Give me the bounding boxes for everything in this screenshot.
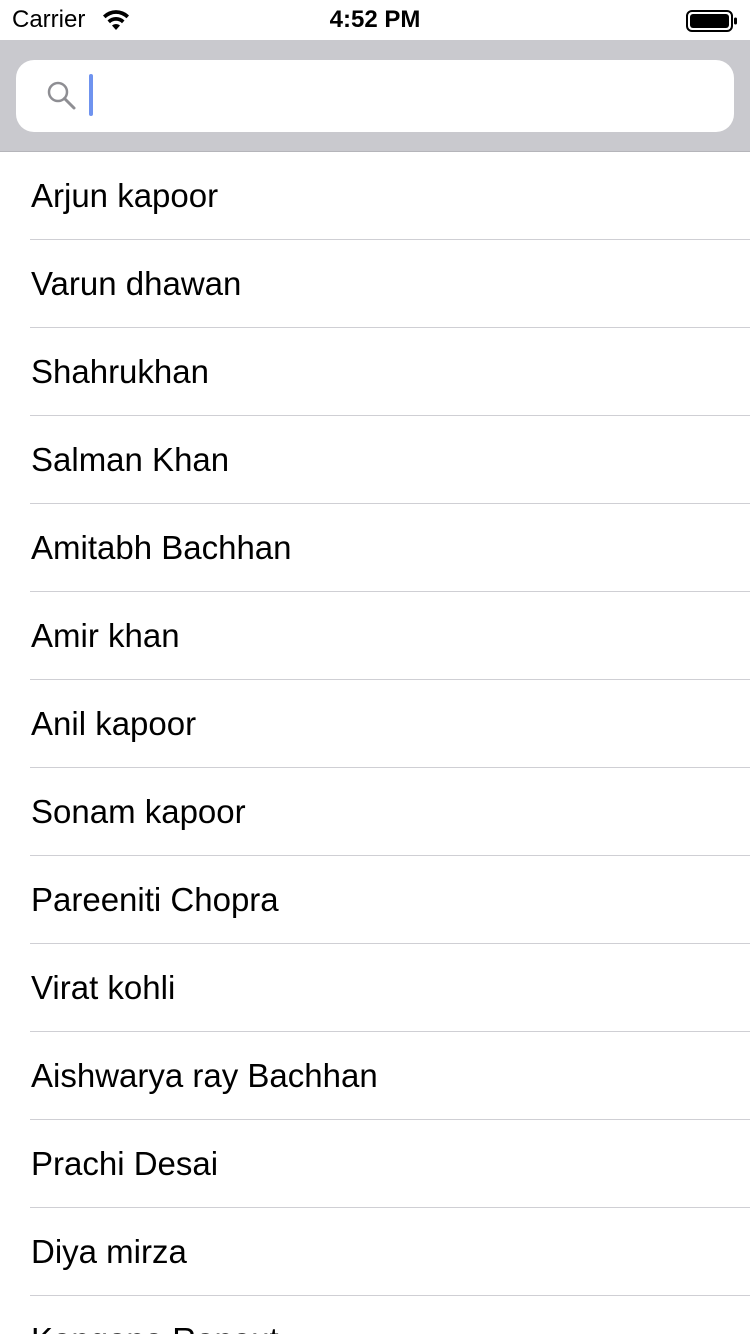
search-icon <box>47 81 76 110</box>
list-item[interactable]: Pareeniti Chopra <box>0 856 750 944</box>
list-item[interactable]: Kangana Ranaut <box>0 1296 750 1334</box>
list-item-label: Aishwarya ray Bachhan <box>31 1057 378 1094</box>
list-item[interactable]: Salman Khan <box>0 416 750 504</box>
list-item[interactable]: Anil kapoor <box>0 680 750 768</box>
list-item[interactable]: Sonam kapoor <box>0 768 750 856</box>
list-item[interactable]: Prachi Desai <box>0 1120 750 1208</box>
list-item-label: Shahrukhan <box>31 353 209 390</box>
list-item-label: Amir khan <box>31 617 180 654</box>
list-item[interactable]: Shahrukhan <box>0 328 750 416</box>
list-item-label: Sonam kapoor <box>31 793 246 830</box>
list-item[interactable]: Amir khan <box>0 592 750 680</box>
list-item[interactable]: Aishwarya ray Bachhan <box>0 1032 750 1120</box>
screen: Carrier 4:52 PM Arjun kapoor Varun dhawa… <box>0 0 750 1334</box>
list-item-label: Varun dhawan <box>31 265 242 302</box>
clock: 4:52 PM <box>329 6 421 33</box>
search-bar <box>0 40 750 152</box>
list-item-label: Prachi Desai <box>31 1145 219 1182</box>
list-item-label: Pareeniti Chopra <box>31 881 279 918</box>
list-item-label: Anil kapoor <box>31 705 197 742</box>
list-item-label: Amitabh Bachhan <box>31 529 292 566</box>
list-item[interactable]: Varun dhawan <box>0 240 750 328</box>
battery-full-icon <box>686 10 737 32</box>
names-list: Arjun kapoor Varun dhawan Shahrukhan Sal… <box>0 152 750 1334</box>
search-field[interactable] <box>16 60 734 132</box>
list-item[interactable]: Diya mirza <box>0 1208 750 1296</box>
list-item[interactable]: Arjun kapoor <box>0 152 750 240</box>
list-item[interactable]: Amitabh Bachhan <box>0 504 750 592</box>
list-item-label: Salman Khan <box>31 441 230 478</box>
list-item-label: Virat kohli <box>31 969 176 1006</box>
list-item-label: Diya mirza <box>31 1233 187 1270</box>
list-item-label: Arjun kapoor <box>31 177 219 214</box>
list-item-label: Kangana Ranaut <box>31 1320 279 1334</box>
text-cursor <box>89 74 93 116</box>
list-item[interactable]: Virat kohli <box>0 944 750 1032</box>
status-bar: Carrier 4:52 PM <box>0 0 750 40</box>
search-input[interactable] <box>86 72 716 120</box>
